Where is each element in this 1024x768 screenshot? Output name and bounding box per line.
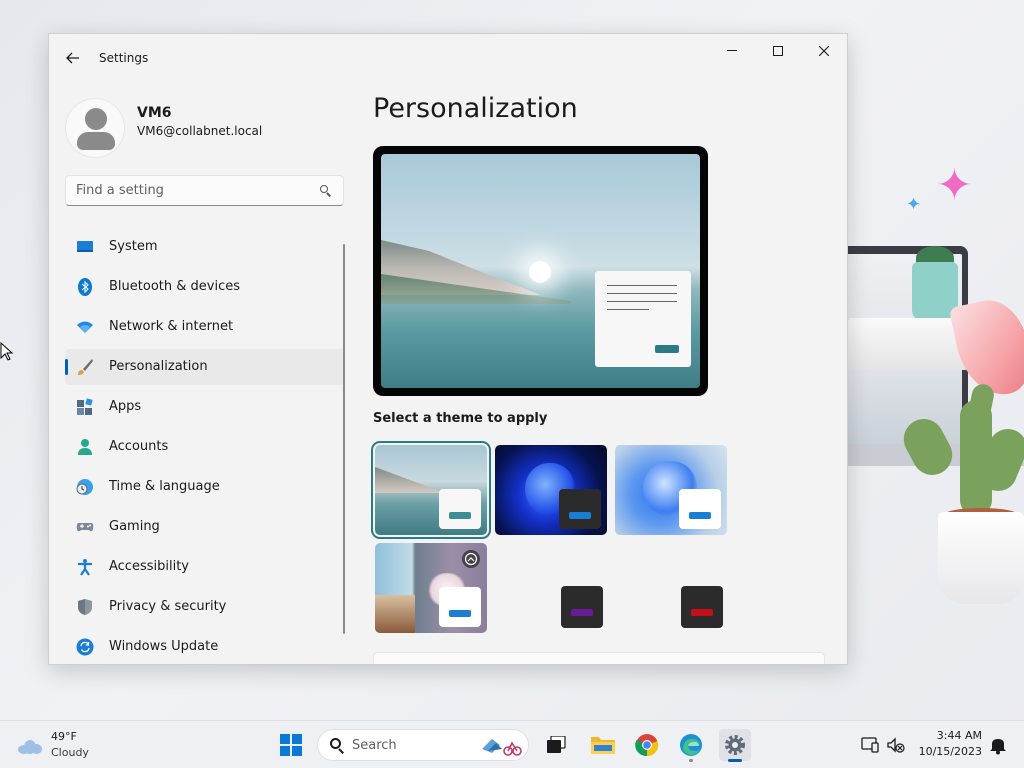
sidebar-item-label: Time & language [109,479,220,494]
windows-logo-icon [280,734,302,756]
gear-icon [725,735,745,755]
maximize-icon [773,46,783,56]
minimize-button[interactable] [709,36,755,66]
sidebar-item-accounts[interactable]: Accounts [65,429,345,465]
sidebar-item-windows-update[interactable]: Windows Update [65,629,345,664]
task-view-icon [547,736,566,753]
apps-icon [77,398,93,415]
taskbar-search-label: Search [352,738,397,753]
accounts-icon [78,439,92,455]
sidebar-item-system[interactable]: System [65,229,345,265]
theme-preview [373,146,708,396]
shield-icon [78,599,92,615]
sidebar-item-personalization[interactable]: Personalization [65,349,345,385]
slideshow-icon [462,550,480,568]
task-view-button[interactable] [540,729,572,761]
settings-window: Settings VM6 VM6@collabnet.local System [48,33,848,665]
sidebar-item-network[interactable]: Network & internet [65,309,345,345]
sidebar-scrollbar[interactable] [343,244,345,634]
back-arrow-icon[interactable] [61,46,85,70]
sidebar-item-label: Accounts [109,439,169,454]
bluetooth-icon [78,278,92,296]
preview-wallpaper [381,154,700,388]
time-language-icon [76,479,93,495]
update-icon [76,638,94,656]
weather-temp: 49°F [51,730,77,743]
wifi-icon [77,321,93,333]
search-icon [330,738,345,754]
theme-tile-dark-red[interactable] [681,586,723,628]
profile-email: VM6@collabnet.local [137,124,263,138]
sparkle-icon: ✦ [936,160,973,211]
edge-button[interactable] [675,729,707,762]
active-app-indicator [728,759,742,762]
sidebar-item-label: Apps [109,399,142,414]
theme-tile-dark-purple[interactable] [561,586,603,628]
maximize-button[interactable] [755,36,801,66]
sidebar-item-bluetooth[interactable]: Bluetooth & devices [65,269,345,305]
profile-name: VM6 [137,105,172,121]
sidebar-item-accessibility[interactable]: Accessibility [65,549,345,585]
weather-widget[interactable]: 49°F Cloudy [14,729,124,763]
page-title: Personalization [373,93,578,124]
sidebar-item-label: Bluetooth & devices [109,279,240,294]
find-setting-box [65,175,344,206]
system-icon [77,241,93,252]
sidebar-item-label: Privacy & security [109,599,227,614]
mouse-cursor-icon [0,342,14,361]
clock-time[interactable]: 3:44 AM [930,729,982,742]
display-tray-icon[interactable] [860,735,880,755]
sidebar-item-label: Network & internet [109,319,234,334]
search-highlight-icon [482,739,522,756]
sidebar-item-apps[interactable]: Apps [65,389,345,425]
accessibility-icon [78,559,92,576]
sidebar-item-label: Accessibility [109,559,189,574]
chrome-button[interactable] [631,729,663,761]
clock-date[interactable]: 10/15/2023 [916,745,982,758]
avatar [65,98,125,158]
notification-bell-icon[interactable] [988,735,1008,755]
wallpaper-pot [938,512,1024,604]
edge-icon [680,734,702,756]
search-input[interactable] [66,176,306,205]
sidebar-item-privacy[interactable]: Privacy & security [65,589,345,625]
sidebar-nav: System Bluetooth & devices Network & int… [65,229,345,664]
settings-card[interactable] [373,652,825,664]
sidebar-item-label: Personalization [109,359,208,374]
folder-icon [591,737,615,754]
sidebar-item-label: Windows Update [109,639,219,654]
taskbar-search[interactable]: Search [317,729,529,761]
window-title: Settings [99,51,149,65]
theme-tile-light-bloom[interactable] [615,445,727,535]
sparkle-icon: ✦ [906,194,922,215]
theme-tile-flowers[interactable] [375,543,487,633]
search-icon[interactable] [320,185,332,197]
gamepad-icon [76,523,94,532]
theme-tile-spotlight-lake[interactable] [371,441,491,539]
file-explorer-button[interactable] [587,729,619,761]
running-indicator [689,759,693,762]
preview-window [595,271,691,367]
theme-section-heading: Select a theme to apply [373,411,548,426]
close-icon [819,46,829,56]
sidebar-item-time-language[interactable]: Time & language [65,469,345,505]
cloud-icon [18,740,42,754]
wallpaper-papers [848,318,968,370]
sidebar-item-label: Gaming [109,519,160,534]
close-button[interactable] [801,36,847,66]
volume-muted-icon[interactable] [886,735,906,755]
brush-icon [78,359,93,375]
settings-app-button[interactable] [719,729,751,762]
taskbar: 49°F Cloudy Search 3:44 AM 10/15/2023 [0,720,1024,768]
weather-desc: Cloudy [51,746,89,759]
title-bar: Settings [49,34,847,82]
sidebar-item-label: System [109,239,158,254]
start-button[interactable] [275,729,307,761]
chrome-icon [635,734,659,757]
theme-tile-dark-bloom[interactable] [495,445,607,535]
sidebar-item-gaming[interactable]: Gaming [65,509,345,545]
